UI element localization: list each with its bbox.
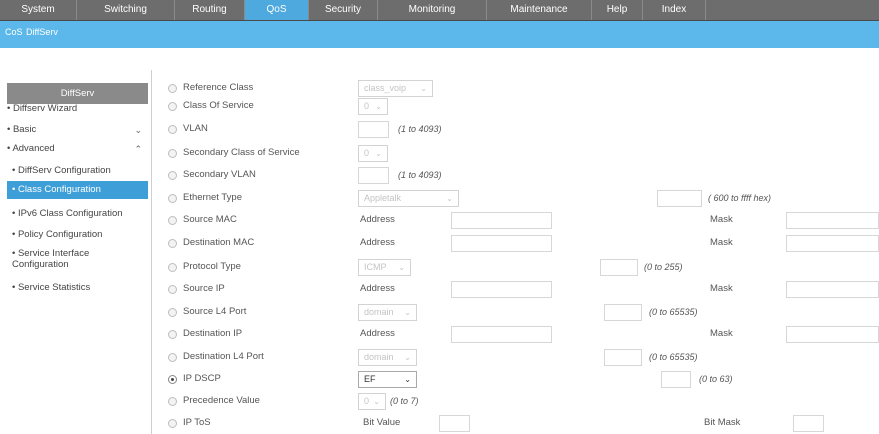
destination-ip-address-input[interactable] [451, 326, 552, 343]
ip-dscp-input[interactable] [661, 371, 691, 388]
ethernet-type-radio[interactable] [168, 194, 177, 203]
chevron-down-icon: ⌄ [375, 149, 382, 158]
source-ip-address-input[interactable] [451, 281, 552, 298]
chevron-down-icon: ⌄ [134, 125, 142, 135]
tab-index[interactable]: Index [643, 0, 706, 20]
chevron-down-icon: ⌄ [404, 353, 411, 362]
ip-tos-radio[interactable] [168, 419, 177, 428]
protocol-type-input[interactable] [600, 259, 638, 276]
row-ip-tos: IP ToS Bit Value Bit Mask [168, 415, 879, 433]
row-source-ip: Source IP Address Mask [168, 281, 879, 299]
ip-dscp-select[interactable]: EF ⌄ [358, 371, 417, 388]
row-ip-dscp: IP DSCP EF ⌄ (0 to 63) [168, 371, 879, 389]
tab-help[interactable]: Help [592, 0, 643, 20]
source-mac-mask-input[interactable] [786, 212, 879, 229]
content-divider [151, 70, 152, 434]
chevron-down-icon: ⌄ [404, 375, 411, 384]
source-l4-port-input[interactable] [604, 304, 642, 321]
class-of-service-select[interactable]: 0 ⌄ [358, 98, 388, 115]
chevron-down-icon: ⌄ [373, 397, 380, 406]
source-mac-radio[interactable] [168, 216, 177, 225]
destination-l4-port-radio[interactable] [168, 353, 177, 362]
protocol-type-select[interactable]: ICMP ⌄ [358, 259, 411, 276]
secondary-vlan-input[interactable] [358, 167, 389, 184]
sidebar-item-class-configuration[interactable]: • Class Configuration [7, 181, 148, 199]
tab-qos[interactable]: QoS [245, 0, 309, 20]
ip-dscp-radio[interactable] [168, 375, 177, 384]
tab-security[interactable]: Security [309, 0, 378, 20]
precedence-value-radio[interactable] [168, 397, 177, 406]
subnav-diffserv-link[interactable]: DiffServ [26, 27, 58, 37]
destination-mac-mask-input[interactable] [786, 235, 879, 252]
row-precedence-value: Precedence Value 0 ⌄ (0 to 7) [168, 393, 879, 411]
vlan-input[interactable] [358, 121, 389, 138]
top-navigation: System Switching Routing QoS Security Monitor… [0, 0, 879, 21]
sidebar-item-service-interface-configuration[interactable]: • Service Interface Configuration [7, 247, 148, 271]
tab-routing[interactable]: Routing [175, 0, 245, 20]
secondary-cos-select[interactable]: 0 ⌄ [358, 145, 388, 162]
row-reference-class: Reference Class class_voip ⌄ [168, 80, 879, 98]
sidebar-item-diffserv-wizard[interactable]: • Diffserv Wizard [7, 100, 148, 118]
sidebar-item-ipv6-class-configuration[interactable]: • IPv6 Class Configuration [7, 205, 148, 223]
destination-mac-radio[interactable] [168, 239, 177, 248]
row-vlan: VLAN (1 to 4093) [168, 121, 879, 139]
chevron-down-icon: ⌄ [420, 84, 427, 93]
destination-l4-port-input[interactable] [604, 349, 642, 366]
row-source-l4-port: Source L4 Port domain ⌄ (0 to 65535) [168, 304, 879, 322]
ip-tos-bit-mask-input[interactable] [793, 415, 824, 432]
vlan-radio[interactable] [168, 125, 177, 134]
ip-tos-bit-value-input[interactable] [439, 415, 470, 432]
destination-ip-mask-input[interactable] [786, 326, 879, 343]
source-mac-address-input[interactable] [451, 212, 552, 229]
ethernet-type-select[interactable]: Appletalk ⌄ [358, 190, 459, 207]
row-source-mac: Source MAC Address Mask [168, 212, 879, 230]
protocol-type-radio[interactable] [168, 263, 177, 272]
subnav-cos-link[interactable]: CoS [5, 27, 23, 37]
source-l4-port-radio[interactable] [168, 308, 177, 317]
sub-navigation: CoS DiffServ [0, 21, 879, 48]
precedence-value-select[interactable]: 0 ⌄ [358, 393, 386, 410]
tab-monitoring[interactable]: Monitoring [378, 0, 487, 20]
reference-class-select[interactable]: class_voip ⌄ [358, 80, 433, 97]
row-protocol-type: Protocol Type ICMP ⌄ (0 to 255) [168, 259, 879, 277]
tab-maintenance[interactable]: Maintenance [487, 0, 592, 20]
ethernet-type-input[interactable] [657, 190, 702, 207]
sidebar-item-basic[interactable]: • Basic ⌄ [7, 121, 148, 139]
source-ip-mask-input[interactable] [786, 281, 879, 298]
sidebar-item-diffserv-configuration[interactable]: • DiffServ Configuration [7, 162, 148, 180]
sidebar: DiffServ • Diffserv Wizard • Basic ⌄ • Ad… [7, 83, 148, 434]
chevron-down-icon: ⌄ [446, 194, 453, 203]
source-ip-radio[interactable] [168, 285, 177, 294]
row-secondary-vlan: Secondary VLAN (1 to 4093) [168, 167, 879, 185]
reference-class-radio[interactable] [168, 84, 177, 93]
row-destination-l4-port: Destination L4 Port domain ⌄ (0 to 65535) [168, 349, 879, 367]
row-class-of-service: Class Of Service 0 ⌄ [168, 98, 879, 116]
tab-system[interactable]: System [0, 0, 77, 20]
row-destination-mac: Destination MAC Address Mask [168, 235, 879, 253]
class-of-service-radio[interactable] [168, 102, 177, 111]
chevron-down-icon: ⌄ [398, 263, 405, 272]
row-secondary-cos: Secondary Class of Service 0 ⌄ [168, 145, 879, 163]
destination-mac-address-input[interactable] [451, 235, 552, 252]
secondary-cos-radio[interactable] [168, 149, 177, 158]
sidebar-item-advanced[interactable]: • Advanced ⌃ [7, 140, 148, 158]
row-destination-ip: Destination IP Address Mask [168, 326, 879, 344]
sidebar-item-service-statistics[interactable]: • Service Statistics [7, 279, 148, 297]
source-l4-port-select[interactable]: domain ⌄ [358, 304, 417, 321]
secondary-vlan-radio[interactable] [168, 171, 177, 180]
chevron-down-icon: ⌄ [404, 308, 411, 317]
destination-l4-port-select[interactable]: domain ⌄ [358, 349, 417, 366]
sidebar-item-policy-configuration[interactable]: • Policy Configuration [7, 226, 148, 244]
chevron-down-icon: ⌄ [375, 102, 382, 111]
tab-switching[interactable]: Switching [77, 0, 175, 20]
row-ethernet-type: Ethernet Type Appletalk ⌄ ( 600 to ffff h… [168, 190, 879, 208]
chevron-up-icon: ⌃ [134, 144, 142, 154]
destination-ip-radio[interactable] [168, 330, 177, 339]
